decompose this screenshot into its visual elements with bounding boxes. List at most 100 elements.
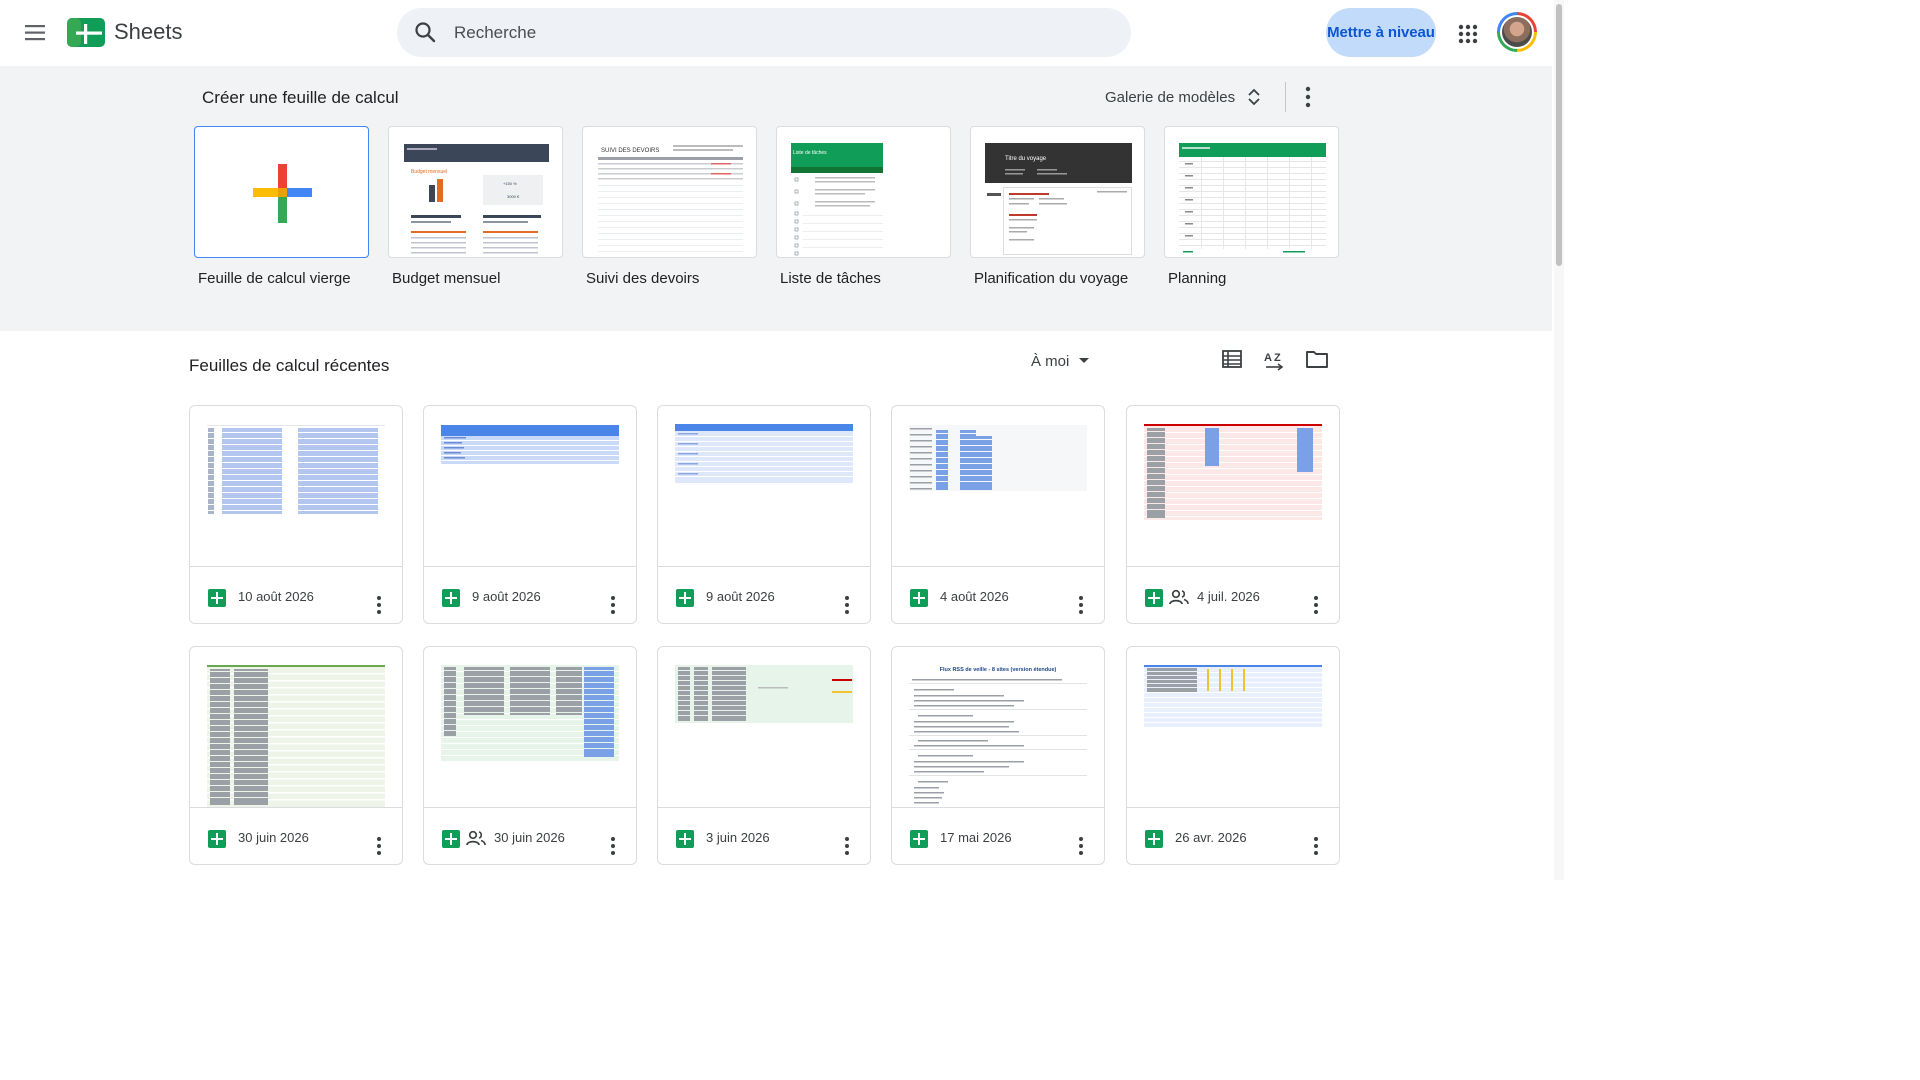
svg-text:+150 %: +150 % — [503, 181, 517, 186]
file-thumbnail — [424, 647, 636, 808]
sheet-file-icon — [1145, 589, 1163, 607]
file-thumbnail — [190, 647, 402, 808]
app-name: Sheets — [114, 19, 183, 44]
template-todo[interactable]: Liste de tâches — [776, 126, 951, 258]
more-vert-icon[interactable] — [604, 594, 622, 616]
file-date: 3 juin 2026 — [706, 830, 770, 845]
template-label: Planification du voyage — [974, 270, 1129, 287]
file-date: 30 juin 2026 — [238, 830, 309, 845]
list-view-icon[interactable] — [1221, 348, 1243, 370]
template-gallery-label: Galerie de modèles — [1105, 88, 1236, 106]
template-title: SUIVI DES DEVOIRS — [601, 148, 659, 154]
file-date: 4 août 2026 — [940, 589, 1009, 604]
recent-file-card[interactable]: 3 juin 2026 — [657, 646, 871, 865]
more-vert-icon[interactable] — [1307, 594, 1325, 616]
file-date: 26 avr. 2026 — [1175, 830, 1247, 845]
template-thumbnail: Titre du voyage — [985, 143, 1132, 255]
file-date: 17 mai 2026 — [940, 830, 1012, 845]
file-footer: 30 juin 2026 — [424, 808, 636, 864]
divider — [1285, 82, 1286, 112]
search-icon[interactable] — [414, 21, 436, 43]
recent-section-title: Feuilles de calcul récentes — [189, 356, 390, 375]
upgrade-button[interactable]: Mettre à niveau — [1326, 8, 1436, 57]
more-vert-icon[interactable] — [838, 594, 856, 616]
sort-az-icon[interactable]: A Z — [1263, 349, 1285, 371]
file-thumbnail — [658, 406, 870, 567]
sheet-file-icon — [208, 589, 226, 607]
template-thumbnail: SUIVI DES DEVOIRS — [598, 145, 743, 252]
folder-icon[interactable] — [1305, 348, 1329, 370]
svg-text:Z: Z — [1274, 352, 1281, 364]
dropdown-arrow-icon — [1079, 358, 1090, 363]
file-date: 10 août 2026 — [238, 589, 314, 604]
file-date: 9 août 2026 — [706, 589, 775, 604]
more-vert-icon[interactable] — [604, 835, 622, 857]
sheet-file-icon — [676, 830, 694, 848]
sheet-file-icon — [208, 830, 226, 848]
sheet-file-icon — [676, 589, 694, 607]
file-title: Flux RSS de veille - 8 sites (version ét… — [940, 667, 1057, 673]
file-footer: 10 août 2026 — [190, 567, 402, 623]
owner-filter-dropdown[interactable]: À moi — [1024, 349, 1094, 373]
file-footer: 3 juin 2026 — [658, 808, 870, 864]
template-blank[interactable] — [194, 126, 369, 258]
sheet-file-icon — [442, 830, 460, 848]
template-gallery-button[interactable]: Galerie de modèles — [1098, 82, 1276, 112]
recent-file-card[interactable]: 26 avr. 2026 — [1126, 646, 1340, 865]
recent-file-card[interactable]: 30 juin 2026 — [423, 646, 637, 865]
plus-icon — [253, 164, 312, 223]
file-thumbnail — [892, 406, 1104, 567]
sheet-file-icon — [910, 830, 928, 848]
avatar[interactable] — [1502, 17, 1532, 47]
sheet-file-icon — [1145, 830, 1163, 848]
more-vert-icon[interactable] — [1298, 84, 1318, 110]
template-travel[interactable]: Titre du voyage — [970, 126, 1145, 258]
more-vert-icon[interactable] — [370, 835, 388, 857]
apps-grid-icon[interactable] — [1452, 18, 1484, 50]
recent-file-card[interactable]: 9 août 2026 — [423, 405, 637, 624]
template-schedule[interactable] — [1164, 126, 1339, 258]
main-menu-button[interactable] — [18, 15, 54, 51]
recent-file-card[interactable]: 9 août 2026 — [657, 405, 871, 624]
template-title: Budget mensuel — [411, 169, 447, 175]
file-date: 9 août 2026 — [472, 589, 541, 604]
file-thumbnail: Flux RSS de veille - 8 sites (version ét… — [892, 647, 1104, 808]
recent-file-card[interactable]: 4 juil. 2026 — [1126, 405, 1340, 624]
recent-file-card[interactable]: 30 juin 2026 — [189, 646, 403, 865]
template-label: Budget mensuel — [392, 270, 501, 287]
file-thumbnail — [1127, 406, 1339, 567]
more-vert-icon[interactable] — [1307, 835, 1325, 857]
template-title: Titre du voyage — [1005, 156, 1047, 162]
file-thumbnail — [424, 406, 636, 567]
sheet-file-icon — [442, 589, 460, 607]
file-footer: 9 août 2026 — [658, 567, 870, 623]
sheets-logo-icon[interactable] — [67, 18, 105, 47]
recent-file-card[interactable]: 10 août 2026 — [189, 405, 403, 624]
scrollbar-thumb[interactable] — [1556, 4, 1562, 266]
template-label: Suivi des devoirs — [586, 270, 700, 287]
more-vert-icon[interactable] — [1072, 835, 1090, 857]
create-section-title: Créer une feuille de calcul — [202, 88, 399, 107]
more-vert-icon[interactable] — [838, 835, 856, 857]
svg-text:3000 €: 3000 € — [507, 194, 520, 199]
file-footer: 17 mai 2026 — [892, 808, 1104, 864]
search-input[interactable] — [454, 22, 1074, 44]
template-budget[interactable]: Budget mensuel +150 % 3000 € — [388, 126, 563, 258]
sheet-file-icon — [910, 589, 928, 607]
template-label: Liste de tâches — [780, 270, 881, 287]
file-footer: 30 juin 2026 — [190, 808, 402, 864]
template-homework[interactable]: SUIVI DES DEVOIRS — [582, 126, 757, 258]
more-vert-icon[interactable] — [370, 594, 388, 616]
file-footer: 4 juil. 2026 — [1127, 567, 1339, 623]
more-vert-icon[interactable] — [1072, 594, 1090, 616]
template-thumbnail: Budget mensuel +150 % 3000 € — [404, 144, 549, 254]
recent-file-card[interactable]: Flux RSS de veille - 8 sites (version ét… — [891, 646, 1105, 865]
template-thumbnail — [1179, 143, 1326, 253]
template-label: Planning — [1168, 270, 1227, 287]
file-date: 4 juil. 2026 — [1197, 589, 1260, 604]
svg-text:A: A — [1264, 352, 1272, 364]
template-title: Liste de tâches — [793, 150, 827, 156]
file-footer: 26 avr. 2026 — [1127, 808, 1339, 864]
file-date: 30 juin 2026 — [494, 830, 565, 845]
recent-file-card[interactable]: 4 août 2026 — [891, 405, 1105, 624]
